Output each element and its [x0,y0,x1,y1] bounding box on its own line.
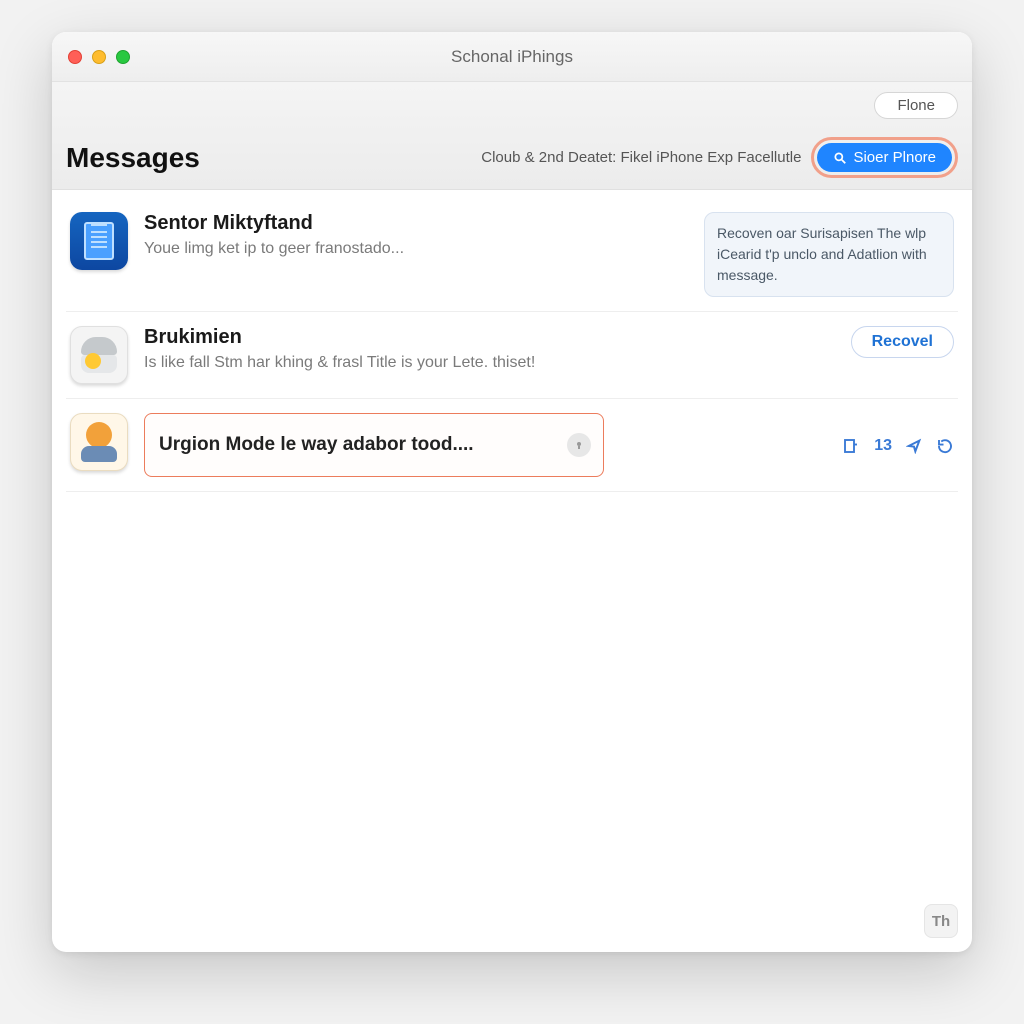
window-controls [68,50,130,64]
close-window-button[interactable] [68,50,82,64]
refresh-icon[interactable] [936,437,954,455]
corner-button[interactable]: Th [924,904,958,938]
titlebar: Schonal iPhings [52,32,972,82]
export-icon[interactable] [842,437,860,455]
toolbar: Flone Messages Cloub & 2nd Deatet: Fikel… [52,82,972,190]
recover-button[interactable]: Recovel [851,326,954,358]
document-icon [70,212,128,270]
backup-icon [70,326,128,384]
minimize-window-button[interactable] [92,50,106,64]
item-title: Brukimien [144,326,688,349]
header-subtext: Cloub & 2nd Deatet: Fikel iPhone Exp Fac… [481,149,801,166]
search-button-label: Sioer Plnore [853,149,936,166]
search-icon [833,151,847,165]
share-icon[interactable] [906,438,922,454]
item-toolbar: 13 [704,437,954,455]
list-item[interactable]: Brukimien Is like fall Stm har khing & f… [66,312,958,399]
flone-button[interactable]: Flone [874,92,958,119]
search-highlight: Sioer Plnore [811,137,958,178]
message-input[interactable]: Urgion Mode le way adabor tood.... [144,413,604,477]
list-item[interactable]: Sentor Miktyftand Youe limg ket ip to ge… [66,208,958,312]
info-note: Recoven oar Surisapisen The wlp iCearid … [704,212,954,297]
content-area: Sentor Miktyftand Youe limg ket ip to ge… [52,190,972,952]
search-button[interactable]: Sioer Plnore [817,143,952,172]
avatar-icon [70,413,128,471]
maximize-window-button[interactable] [116,50,130,64]
page-title: Messages [66,142,200,174]
item-title: Sentor Miktyftand [144,212,688,235]
window-title: Schonal iPhings [451,47,573,67]
count-badge: 13 [874,437,892,455]
app-window: Schonal iPhings Flone Messages Cloub & 2… [52,32,972,952]
item-subtitle: Is like fall Stm har khing & frasl Title… [144,352,688,374]
message-input-text: Urgion Mode le way adabor tood.... [159,434,474,455]
list-item: Urgion Mode le way adabor tood.... 13 [66,399,958,492]
item-subtitle: Youe limg ket ip to geer franostado... [144,238,688,260]
voice-input-icon[interactable] [567,433,591,457]
